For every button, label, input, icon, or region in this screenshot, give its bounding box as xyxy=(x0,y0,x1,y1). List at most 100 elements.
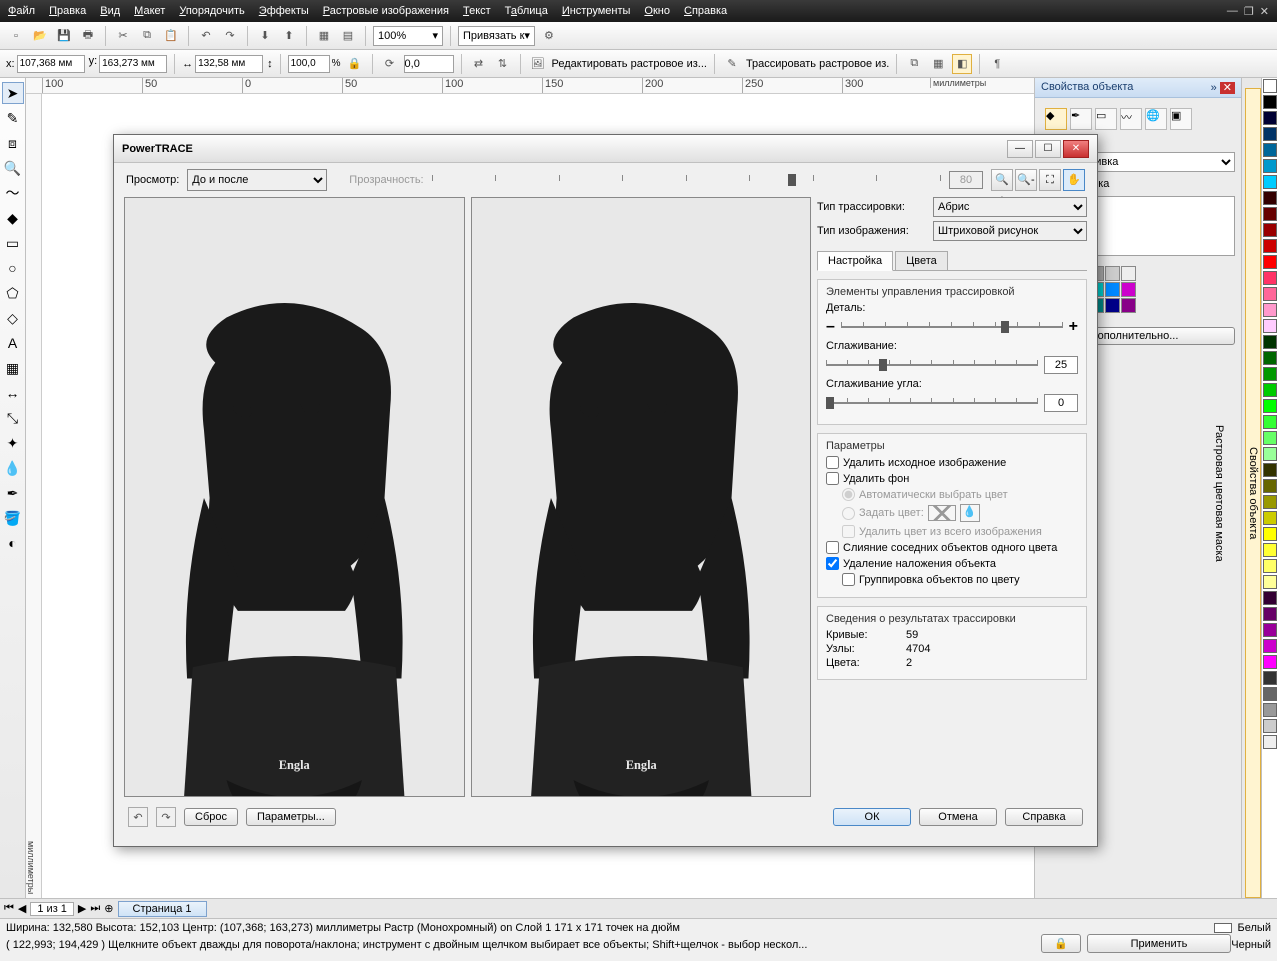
color-swatch[interactable] xyxy=(1263,655,1277,669)
scale-x-input[interactable] xyxy=(288,55,330,73)
frame-tab-icon[interactable]: ▣ xyxy=(1170,108,1192,130)
resample-icon[interactable]: ▦ xyxy=(928,54,948,74)
color-swatch[interactable] xyxy=(1263,159,1277,173)
color-swatch[interactable] xyxy=(1263,719,1277,733)
open-icon[interactable]: 📂 xyxy=(30,26,50,46)
rectangle-tool[interactable]: ▭ xyxy=(2,232,24,254)
preview-mode-select[interactable]: До и после xyxy=(187,169,327,191)
copy-icon[interactable]: ⧉ xyxy=(137,26,157,46)
redo-icon[interactable]: ↷ xyxy=(220,26,240,46)
tab-bitmap-mask[interactable]: Растровая цветовая маска xyxy=(1213,88,1225,898)
palette-swatch[interactable] xyxy=(1105,282,1120,297)
zoom-out-icon[interactable]: 🔍- xyxy=(1015,169,1037,191)
color-swatch[interactable] xyxy=(1263,335,1277,349)
trace-type-select[interactable]: Абрис xyxy=(933,197,1087,217)
dimension-tool[interactable]: ↔ xyxy=(2,382,24,404)
y-input[interactable] xyxy=(99,55,167,73)
app-launcher-icon[interactable]: ▦ xyxy=(314,26,334,46)
new-icon[interactable]: ▫ xyxy=(6,26,26,46)
smoothing-input[interactable] xyxy=(1044,356,1078,374)
edit-bitmap-button[interactable]: Редактировать растровое из... xyxy=(552,58,707,70)
color-swatch[interactable] xyxy=(1263,223,1277,237)
color-swatch[interactable] xyxy=(1263,495,1277,509)
zoom-tool[interactable]: 🔍 xyxy=(2,157,24,179)
detail-plus-icon[interactable]: + xyxy=(1069,318,1078,336)
remove-overlap-checkbox[interactable] xyxy=(826,557,839,570)
menu-tools[interactable]: Инструменты xyxy=(562,5,631,17)
delete-bg-checkbox[interactable] xyxy=(826,472,839,485)
color-swatch[interactable] xyxy=(1263,543,1277,557)
wrap-text-icon[interactable]: ¶ xyxy=(987,54,1007,74)
crop-icon[interactable]: ⧉ xyxy=(904,54,924,74)
color-swatch[interactable] xyxy=(1263,703,1277,717)
color-swatch[interactable] xyxy=(1263,559,1277,573)
detail-minus-icon[interactable]: – xyxy=(826,318,835,336)
outline-tab-icon[interactable]: ✒ xyxy=(1070,108,1092,130)
preview-after[interactable]: Engla xyxy=(471,197,812,797)
color-swatch[interactable] xyxy=(1263,639,1277,653)
prev-page-icon[interactable]: ◀ xyxy=(18,902,26,915)
width-input[interactable] xyxy=(195,55,263,73)
window-close-icon[interactable]: ✕ xyxy=(1260,5,1269,18)
delete-original-checkbox[interactable] xyxy=(826,456,839,469)
outline-tool[interactable]: ✒ xyxy=(2,482,24,504)
menu-file[interactable]: ФФайлайл xyxy=(8,5,35,17)
ellipse-tool[interactable]: ○ xyxy=(2,257,24,279)
detail-slider[interactable] xyxy=(841,318,1063,336)
dialog-maximize-icon[interactable]: ☐ xyxy=(1035,140,1061,158)
eyedropper-tool[interactable]: 💧 xyxy=(2,457,24,479)
tab-object-props[interactable]: Свойства объекта xyxy=(1245,88,1261,898)
interactive-fill-tool[interactable]: ◐ xyxy=(2,532,24,554)
ok-button[interactable]: ОК xyxy=(833,808,911,826)
menu-view[interactable]: Вид xyxy=(100,5,120,17)
menu-layout[interactable]: Макет xyxy=(134,5,165,17)
first-page-icon[interactable]: ⏮ xyxy=(4,902,14,915)
fill-indicator-icon[interactable] xyxy=(1214,923,1232,933)
color-swatch[interactable] xyxy=(1263,255,1277,269)
menu-help[interactable]: Справка xyxy=(684,5,727,17)
cancel-button[interactable]: Отмена xyxy=(919,808,997,826)
polygon-tool[interactable]: ⬠ xyxy=(2,282,24,304)
options-icon[interactable]: ⚙ xyxy=(539,26,559,46)
dialog-close-icon[interactable]: ✕ xyxy=(1063,140,1089,158)
dialog-minimize-icon[interactable]: — xyxy=(1007,140,1033,158)
color-swatch[interactable] xyxy=(1263,591,1277,605)
color-swatch[interactable] xyxy=(1263,447,1277,461)
page-tab-1[interactable]: Страница 1 xyxy=(118,901,207,917)
add-page-icon[interactable]: ⊕ xyxy=(104,902,113,915)
freehand-tool[interactable]: ～ xyxy=(2,182,24,204)
image-type-select[interactable]: Штриховой рисунок xyxy=(933,221,1087,241)
options-button[interactable]: Параметры... xyxy=(246,808,336,826)
palette-swatch[interactable] xyxy=(1121,266,1136,281)
apply-button[interactable]: Применить xyxy=(1087,934,1231,953)
menu-window[interactable]: Окно xyxy=(644,5,670,17)
curve-tab-icon[interactable]: 〰 xyxy=(1120,108,1142,130)
color-swatch[interactable] xyxy=(1263,79,1277,93)
text-tool[interactable]: A xyxy=(2,332,24,354)
basic-shapes-tool[interactable]: ◇ xyxy=(2,307,24,329)
color-swatch[interactable] xyxy=(1263,367,1277,381)
lock-ratio-icon[interactable]: 🔒 xyxy=(345,54,365,74)
tab-settings[interactable]: Настройка xyxy=(817,251,893,271)
fill-tab-icon[interactable]: ◆ xyxy=(1045,108,1067,130)
palette-swatch[interactable] xyxy=(1105,266,1120,281)
x-input[interactable] xyxy=(17,55,85,73)
import-icon[interactable]: ⬇ xyxy=(255,26,275,46)
edit-bitmap-icon[interactable]: 🖼 xyxy=(528,54,548,74)
reset-button[interactable]: Сброс xyxy=(184,808,238,826)
color-swatch[interactable] xyxy=(1263,527,1277,541)
table-tool[interactable]: ▦ xyxy=(2,357,24,379)
redo-trace-icon[interactable]: ↷ xyxy=(156,807,176,827)
pick-tool[interactable]: ➤ xyxy=(2,82,24,104)
menu-text[interactable]: Текст xyxy=(463,5,491,17)
color-swatch[interactable] xyxy=(1263,431,1277,445)
color-swatch[interactable] xyxy=(1263,463,1277,477)
last-page-icon[interactable]: ⏭ xyxy=(90,902,100,915)
color-palette-strip[interactable] xyxy=(1261,78,1277,898)
menu-edit[interactable]: Правка xyxy=(49,5,86,17)
palette-swatch[interactable] xyxy=(1121,298,1136,313)
color-swatch[interactable] xyxy=(1263,511,1277,525)
tab-colors[interactable]: Цвета xyxy=(895,251,948,270)
menu-arrange[interactable]: Упорядочить xyxy=(179,5,244,17)
color-swatch[interactable] xyxy=(1263,735,1277,749)
